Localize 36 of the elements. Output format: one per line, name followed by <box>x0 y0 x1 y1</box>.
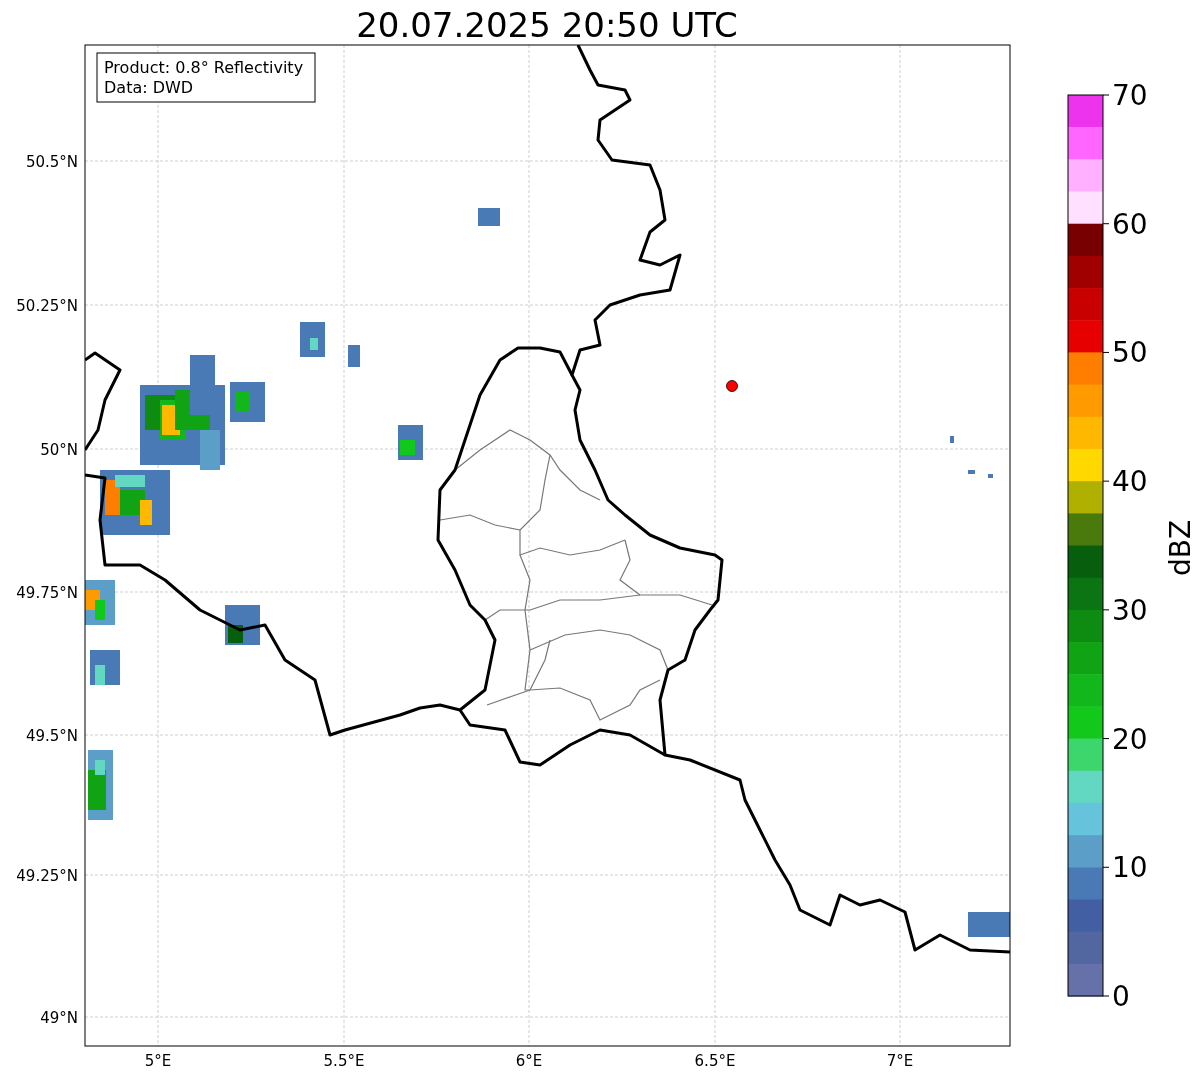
radar-echo <box>300 322 325 357</box>
longitude-label: 6°E <box>515 1052 543 1070</box>
colorbar-tick-label: 70 <box>1112 79 1148 112</box>
latitude-label: 49.25°N <box>16 867 78 885</box>
info-text: Product: 0.8° Reflectivity <box>104 58 304 77</box>
colorbar-tick-label: 10 <box>1112 851 1148 885</box>
radar-echo <box>478 208 500 226</box>
colorbar-tick-label: 30 <box>1112 593 1148 627</box>
colorbar-tick-label: 50 <box>1112 336 1148 370</box>
radar-echo <box>88 750 113 820</box>
colorbar-tick-label: 20 <box>1112 722 1148 756</box>
location-marker <box>726 380 738 392</box>
radar-echo <box>225 605 260 645</box>
latitude-label: 49.75°N <box>16 584 78 602</box>
longitude-label: 7°E <box>886 1052 914 1070</box>
info-text: Data: DWD <box>104 78 194 97</box>
colorbar-label: dBZ <box>1164 519 1197 577</box>
colorbar-tick-label: 60 <box>1112 207 1148 241</box>
radar-echo <box>230 382 265 422</box>
latitude-label: 49°N <box>40 1009 78 1027</box>
longitude-label: 6.5°E <box>694 1052 736 1070</box>
radar-echo <box>950 436 993 478</box>
colorbar-tick-label: 0 <box>1112 980 1130 1013</box>
latitude-label: 50.25°N <box>16 297 78 315</box>
radar-echo <box>90 650 120 685</box>
latitude-label: 50°N <box>40 441 78 459</box>
colorbar-tick-label: 40 <box>1112 465 1148 499</box>
chart-title: 20.07.2025 20:50 UTC <box>356 5 738 45</box>
longitude-label: 5.5°E <box>323 1052 365 1070</box>
radar-echo <box>85 580 115 625</box>
latitude-label: 49.5°N <box>25 727 78 745</box>
radar-echo <box>348 345 360 367</box>
radar-echo <box>398 425 423 460</box>
radar-echo <box>968 912 1010 937</box>
latitude-label: 50.5°N <box>25 153 78 171</box>
longitude-label: 5°E <box>144 1052 172 1070</box>
